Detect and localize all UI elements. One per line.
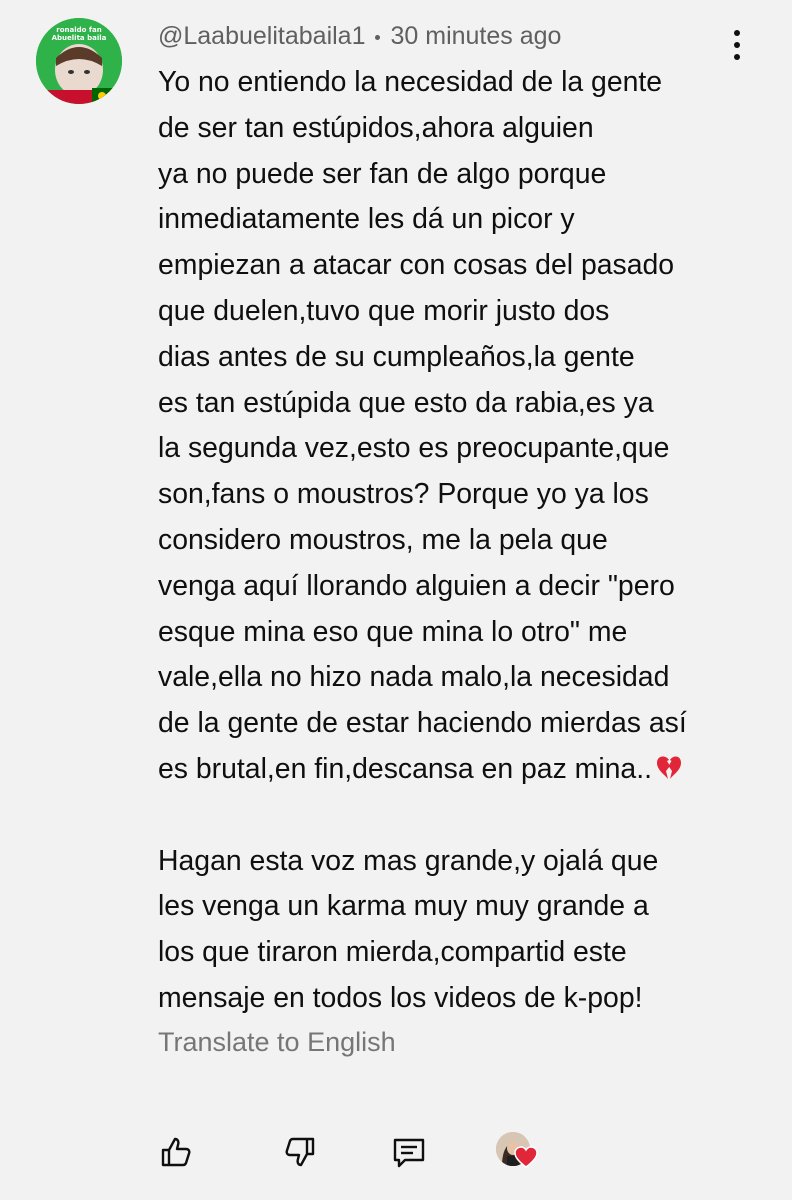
comment-text: Yo no entiendo la necesidad de la gente … bbox=[158, 60, 758, 1022]
comment-line: vale,ella no hizo nada malo,la necesidad bbox=[158, 661, 670, 694]
avatar-label: ronaldo fan Abuelita baila bbox=[36, 26, 122, 42]
username[interactable]: @Laabuelitabaila1 bbox=[158, 22, 365, 51]
comment-line: empiezan a atacar con cosas del pasado bbox=[158, 249, 675, 282]
comment-line: que duelen,tuvo que morir justo dos bbox=[158, 294, 610, 327]
comment-line: son,fans o moustros? Porque yo ya los bbox=[158, 478, 649, 511]
translate-button[interactable]: Translate to English bbox=[158, 1027, 396, 1058]
comment-line: inmediatamente les dá un picor y bbox=[158, 203, 575, 236]
creator-heart-icon bbox=[496, 1130, 542, 1176]
comment-line: mensaje en todos los videos de k-pop! bbox=[158, 981, 643, 1014]
dot bbox=[734, 30, 740, 36]
reply-icon[interactable] bbox=[391, 1134, 427, 1170]
dot bbox=[734, 42, 740, 48]
comment-line: ya no puede ser fan de algo porque bbox=[158, 157, 607, 190]
comment-line: de la gente de estar haciendo mierdas as… bbox=[158, 707, 687, 740]
comment-line: Yo no entiendo la necesidad de la gente bbox=[158, 66, 663, 98]
comment-line: es tan estúpida que esto da rabia,es ya bbox=[158, 386, 654, 419]
more-options-icon[interactable] bbox=[726, 28, 748, 62]
comment-actions bbox=[0, 1126, 792, 1176]
thumbs-up-icon[interactable] bbox=[158, 1134, 194, 1170]
separator-dot bbox=[375, 35, 381, 40]
comment-line: los que tiraron mierda,compartid este bbox=[158, 936, 627, 969]
avatar-label-line-1: ronaldo fan bbox=[56, 26, 102, 34]
heart-icon bbox=[514, 1146, 538, 1168]
comment-line: esque mina eso que mina lo otro" me bbox=[158, 615, 628, 648]
comment-line: es brutal,en fin,descansa en paz mina.. bbox=[158, 752, 652, 785]
comment-line-with-emoji: es brutal,en fin,descansa en paz mina.. bbox=[158, 747, 758, 793]
thumbs-down-icon[interactable] bbox=[282, 1134, 318, 1170]
broken-heart-icon bbox=[656, 756, 681, 779]
comment-header: @Laabuelitabaila1 30 minutes ago bbox=[158, 22, 561, 51]
timestamp[interactable]: 30 minutes ago bbox=[390, 22, 561, 51]
comment-line: dias antes de su cumpleaños,la gente bbox=[158, 340, 635, 373]
comment-line: considero moustros, me la pela que bbox=[158, 523, 608, 556]
avatar[interactable]: ronaldo fan Abuelita baila bbox=[36, 18, 122, 104]
comment-line: Hagan esta voz mas grande,y ojalá que bbox=[158, 844, 659, 877]
comment-line: la segunda vez,esto es preocupante,que bbox=[158, 432, 670, 465]
comment-line: de ser tan estúpidos,ahora alguien bbox=[158, 111, 594, 144]
avatar-label-line-2: Abuelita baila bbox=[51, 34, 107, 42]
comment-line: les venga un karma muy muy grande a bbox=[158, 890, 649, 923]
comment-line: venga aquí llorando alguien a decir "per… bbox=[158, 569, 675, 602]
